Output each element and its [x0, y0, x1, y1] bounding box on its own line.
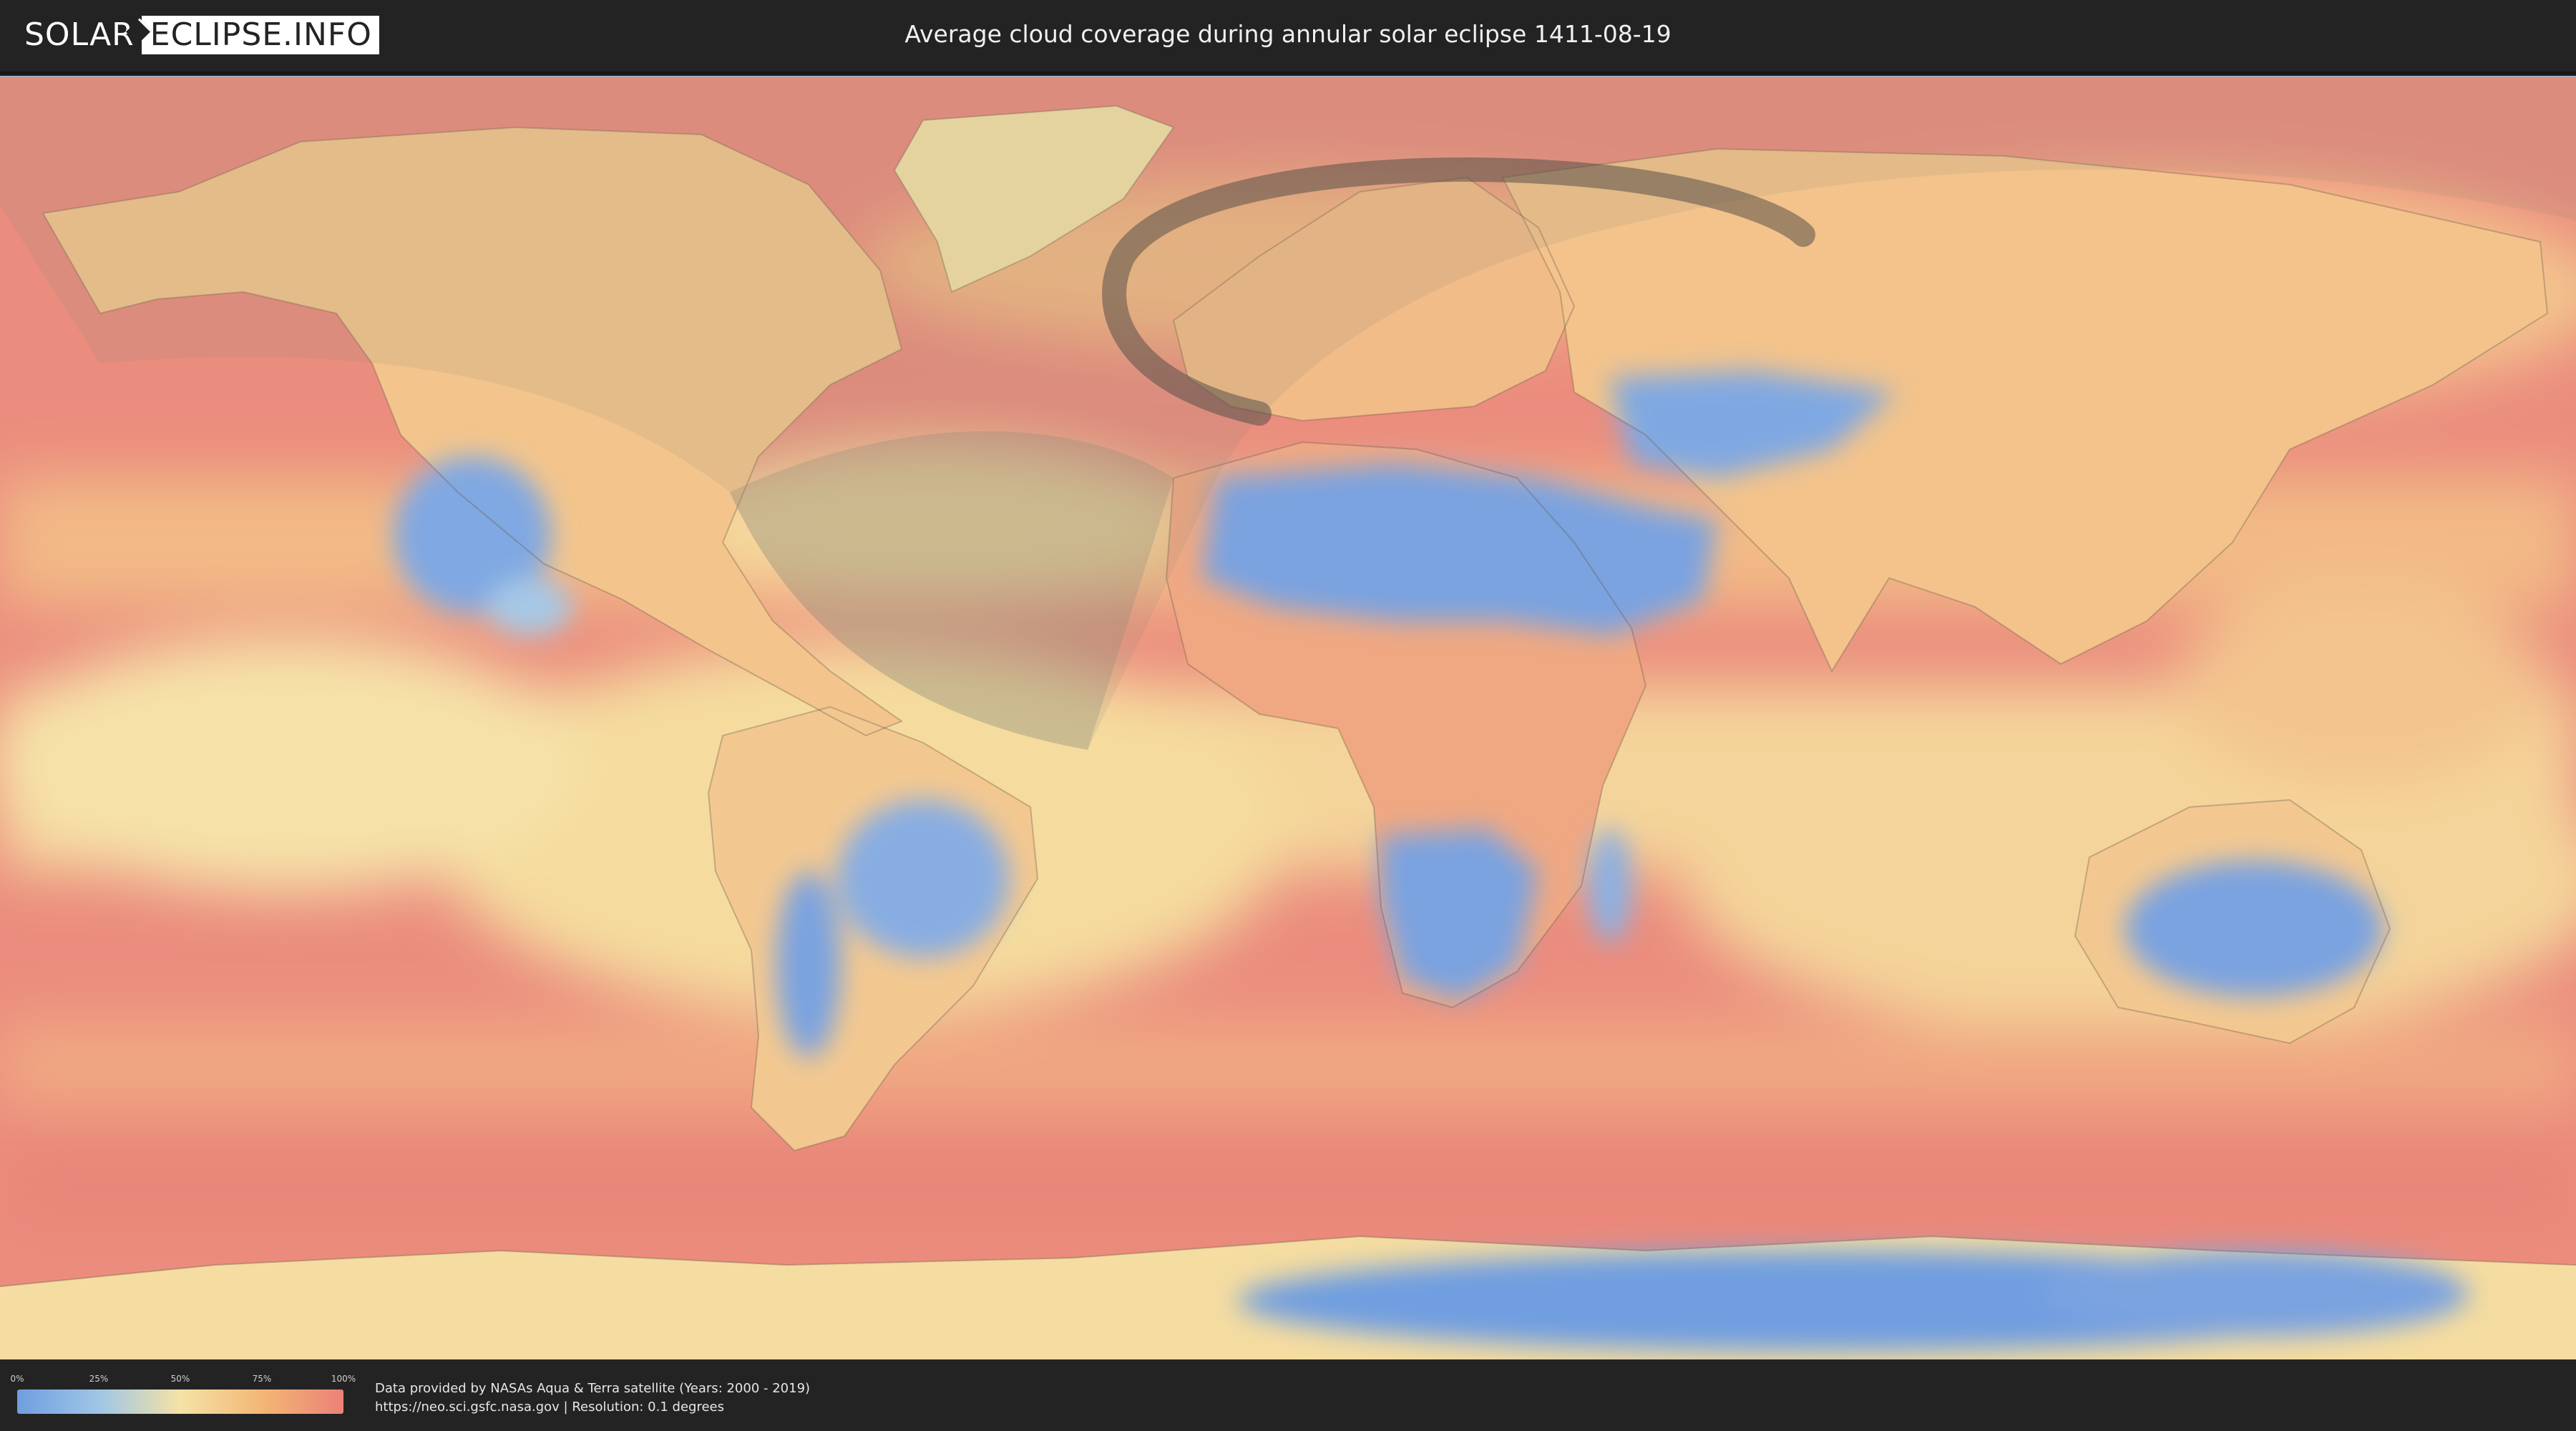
cloud-coverage-map[interactable] [0, 77, 2576, 1359]
color-scale-bar [17, 1390, 343, 1414]
page-title: Average cloud coverage during annular so… [904, 20, 1672, 48]
credit-line-source: Data provided by NASAs Aqua & Terra sate… [375, 1381, 811, 1396]
logo-text-solar: SOLAR [24, 16, 135, 53]
scale-tick-50: 50% [170, 1374, 190, 1384]
site-logo[interactable]: SOLAR ECLIPSE.INFO [24, 16, 379, 54]
scale-tick-0: 0% [10, 1374, 24, 1384]
credit-line-url: https://neo.sci.gsfc.nasa.gov | Resoluti… [375, 1400, 724, 1415]
footer-bar: 0% 25% 50% 75% 100% Data provided by NAS… [0, 1359, 2576, 1431]
scale-tick-75: 75% [252, 1374, 272, 1384]
map-frame [0, 76, 2576, 1361]
data-credits: Data provided by NASAs Aqua & Terra sate… [375, 1379, 810, 1417]
header-bar: SOLAR ECLIPSE.INFO Average cloud coverag… [0, 0, 2576, 74]
scale-tick-100: 100% [331, 1374, 356, 1384]
logo-text-eclipse-info: ECLIPSE.INFO [141, 16, 379, 54]
scale-tick-25: 25% [89, 1374, 109, 1384]
